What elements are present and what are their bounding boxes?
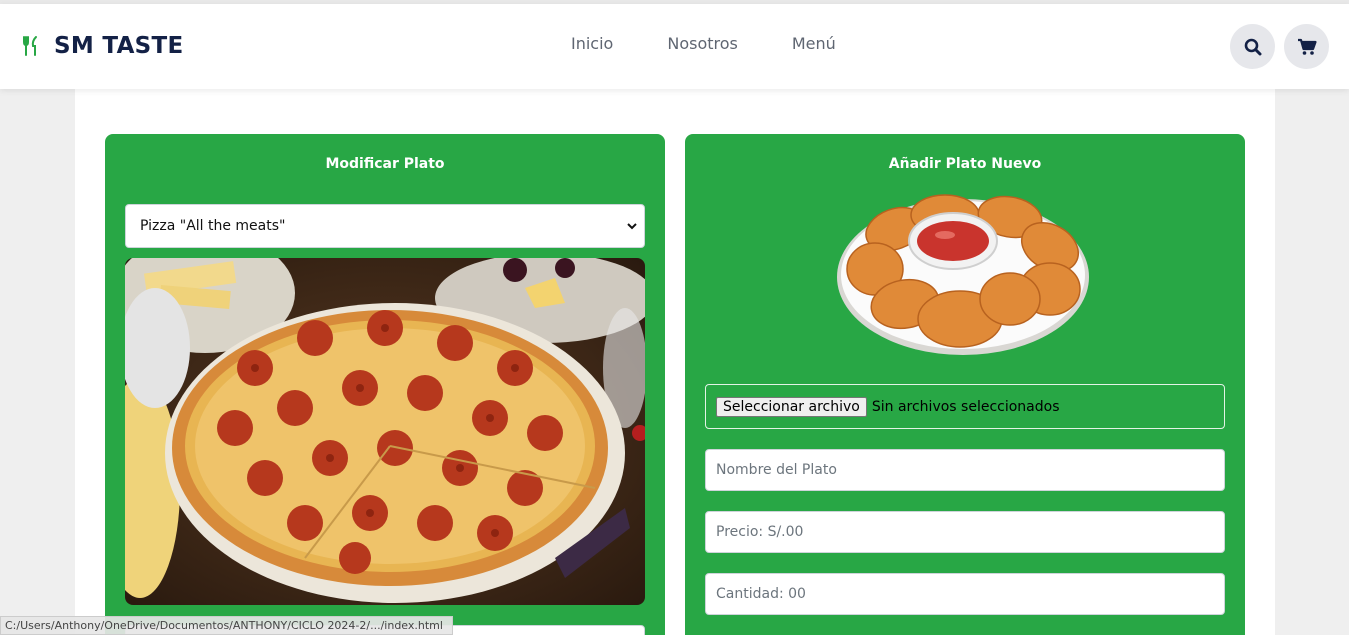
nuggets-image [835, 189, 1095, 359]
navbar: SM TASTE Inicio Nosotros Menú [0, 4, 1349, 89]
modify-dish-card: Modificar Plato Pizza "All the meats" [105, 134, 665, 635]
cart-icon [1297, 38, 1317, 55]
chevron-down-icon [627, 223, 637, 230]
nav-link-inicio[interactable]: Inicio [571, 34, 613, 53]
pizza-image [125, 258, 645, 605]
browser-status-bar: C:/Users/Anthony/OneDrive/Documentos/ANT… [0, 616, 453, 635]
quantity-input[interactable] [705, 573, 1225, 615]
dish-select-value: Pizza "All the meats" [140, 218, 286, 234]
dish-select[interactable]: Pizza "All the meats" [125, 204, 645, 248]
image-upload: Seleccionar archivo Sin archivos selecci… [705, 384, 1225, 429]
add-card-title: Añadir Plato Nuevo [888, 156, 1042, 172]
brand-name: SM TASTE [54, 33, 184, 59]
nav-link-nosotros[interactable]: Nosotros [667, 34, 738, 53]
nav-link-menu[interactable]: Menú [792, 34, 836, 53]
price-input[interactable] [705, 511, 1225, 553]
add-dish-card: Añadir Plato Nuevo Seleccionar archivo S… [685, 134, 1245, 635]
file-status: Sin archivos seleccionados [871, 398, 1060, 415]
utensils-icon [23, 36, 37, 56]
cart-button[interactable] [1284, 24, 1329, 69]
search-icon [1244, 38, 1261, 55]
select-file-button[interactable]: Seleccionar archivo [716, 396, 867, 417]
main-nav: Inicio Nosotros Menú [571, 34, 836, 53]
search-button[interactable] [1230, 24, 1275, 69]
dish-name-input[interactable] [705, 449, 1225, 491]
brand-logo[interactable]: SM TASTE [20, 29, 184, 63]
modify-card-title: Modificar Plato [325, 156, 445, 172]
